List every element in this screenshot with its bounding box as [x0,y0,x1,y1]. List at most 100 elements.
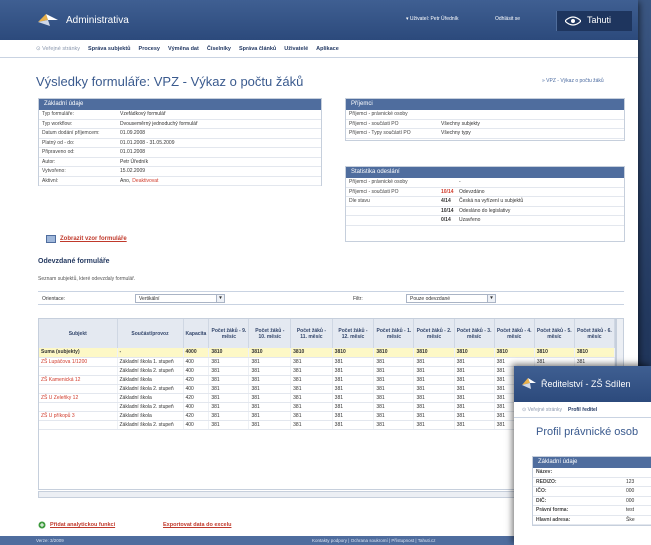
info-value: Ano, [120,177,131,184]
subject-link[interactable] [39,366,118,376]
table-cell: 420 [183,375,210,385]
table-cell: 381 [208,393,250,403]
recipient-value: Všechny subjekty [441,120,480,127]
subject-link[interactable]: ZŠ U Zeleňky 12 [39,393,118,403]
column-header[interactable]: Počet žáků - 5. měsíc [534,319,575,348]
stat-count: 4/14 [441,198,451,205]
stat-label: Příjemci - součásti PO [349,188,399,195]
table-cell: 381 [454,393,495,403]
table-cell: 381 [248,384,292,394]
table-cell: 381 [373,375,415,385]
table-cell: 381 [290,384,333,394]
column-header[interactable]: Počet žáků - 3. měsíc [454,319,495,348]
table-cell: Základní škola [117,411,184,421]
table-cell: 381 [494,357,535,367]
table-cell: 381 [373,420,415,430]
column-header[interactable]: Počet žáků - 11. měsíc [290,319,333,348]
app-logo-icon [522,378,536,389]
column-header[interactable]: Počet žáků - 2. měsíc [413,319,455,348]
nav-item-profile[interactable]: Profil ředitel [568,407,597,413]
table-cell: 381 [332,375,375,385]
column-header[interactable]: Počet žáků - 1. měsíc [373,319,415,348]
column-header[interactable]: Subjekt [39,319,118,348]
deactivate-link[interactable]: Deaktivovat [132,178,158,184]
subject-link[interactable]: ZŠ Lupáčova 1/1200 [39,357,118,367]
secondary-title: Ředitelství - ZŠ Sdílen [541,379,631,389]
stat-state: Uzavřeno [459,217,481,224]
orientation-label: Orientace: [42,296,66,302]
profile-value: test [626,507,635,514]
stat-row: Příjemci - součásti PO 10/14 Odevzdáno [346,188,624,197]
stats-title: Statistika odeslání [346,167,624,178]
table-cell: 381 [454,366,495,376]
table-cell: 400 [183,420,210,430]
table-cell: 381 [332,384,375,394]
table-cell: 381 [248,393,292,403]
info-value: Petr Úředník [120,158,149,165]
orientation-select[interactable]: Vertikální ▾ [135,294,225,303]
subject-link[interactable] [39,402,118,412]
info-label: Platný od - do: [42,139,75,146]
nav-item-users[interactable]: Uživatelé [284,46,308,52]
export-excel-link[interactable]: Exportovat data do excelu [163,522,231,528]
profile-label: Název: [536,469,553,476]
logout-link[interactable]: Odhlásit se [495,16,520,22]
column-header[interactable]: Součást/provoz [117,319,184,348]
sum-row: Suma (subjekty) -4000 3810 3810 3810 3810 3810… [39,348,615,358]
table-cell: 381 [208,366,250,376]
show-form-link[interactable]: Zobrazit vzor formuláře [60,236,127,242]
recipients-title: Příjemci [346,99,624,110]
column-header[interactable]: Počet žáků - 10. měsíc [248,319,292,348]
breadcrumb[interactable]: » VPZ - Výkaz o počtu žáků [542,78,604,84]
nav-item-apps[interactable]: Aplikace [316,46,339,52]
column-header[interactable]: Počet žáků - 4. měsíc [494,319,535,348]
table-cell: 400 [183,357,210,367]
table-cell: 3810 [454,348,495,358]
secondary-window[interactable]: Ředitelství - ZŠ Sdílen ⊙ Veřejné stránk… [514,366,651,545]
footer-links[interactable]: Kontakty podpory | Ochrana soukromí | Př… [312,538,435,543]
nav-item-data-exchange[interactable]: Výměna dat [168,46,199,52]
table-filters: Orientace: Vertikální ▾ Filtr: Pouze odev… [38,291,624,305]
subject-link[interactable]: ZŠ U příkopů 3 [39,411,118,421]
orientation-value: Vertikální [139,296,160,302]
subject-link[interactable]: ZŠ Kamenická 12 [39,375,118,385]
table-cell: 3810 [574,348,615,358]
profile-row: IČO: 000 [533,487,651,497]
table-cell: 381 [534,357,575,367]
table-cell: 381 [413,411,455,421]
add-analytic-function-link[interactable]: Přidat analytickou funkci [50,522,115,528]
recipient-value: Všechny typy [441,130,471,137]
column-header[interactable]: Počet žáků - 12. měsíc [332,319,375,348]
table-cell: 3810 [332,348,375,358]
filter-select[interactable]: Pouze odevzdané ▾ [406,294,496,303]
brand-badge: Tahuti [556,11,632,31]
table-cell: 381 [290,411,333,421]
nav-public-pages[interactable]: ⊙ Veřejné stránky [522,407,562,413]
nav-item-articles[interactable]: Správa článků [239,46,276,52]
subject-link[interactable] [39,420,118,430]
nav-item-processes[interactable]: Procesy [139,46,160,52]
table-cell: 381 [332,357,375,367]
table-cell: 420 [183,411,210,421]
table-cell: 381 [248,375,292,385]
recipient-row: Příjemci - právnické osoby [346,110,624,120]
form-preview-icon [46,235,56,243]
nav-item-subjects[interactable]: Správa subjektů [88,46,131,52]
table-cell: 381 [208,375,250,385]
user-menu[interactable]: ▾ Uživatel: Petr Úředník [406,16,459,22]
brand-logo-icon [565,16,581,26]
nav-public-pages[interactable]: ⊙ Veřejné stránky [36,46,80,52]
submitted-desc: Seznam subjektů, které odevzdaly formulá… [38,276,136,282]
table-cell: 3810 [248,348,292,358]
column-header[interactable]: Počet žáků - 6. měsíc [574,319,615,348]
info-label: Typ workflow: [42,120,73,127]
column-header[interactable]: Počet žáků - 9. měsíc [208,319,250,348]
column-header[interactable]: Kapacita [183,319,210,348]
table-cell: 381 [454,375,495,385]
nav-item-codelists[interactable]: Číselníky [207,46,231,52]
table-cell: 381 [454,420,495,430]
info-value: Dvouseměrný jednoduchý formulář [120,120,198,127]
subject-link[interactable] [39,384,118,394]
table-cell: 381 [454,411,495,421]
chevron-down-icon: ▾ [487,295,495,302]
